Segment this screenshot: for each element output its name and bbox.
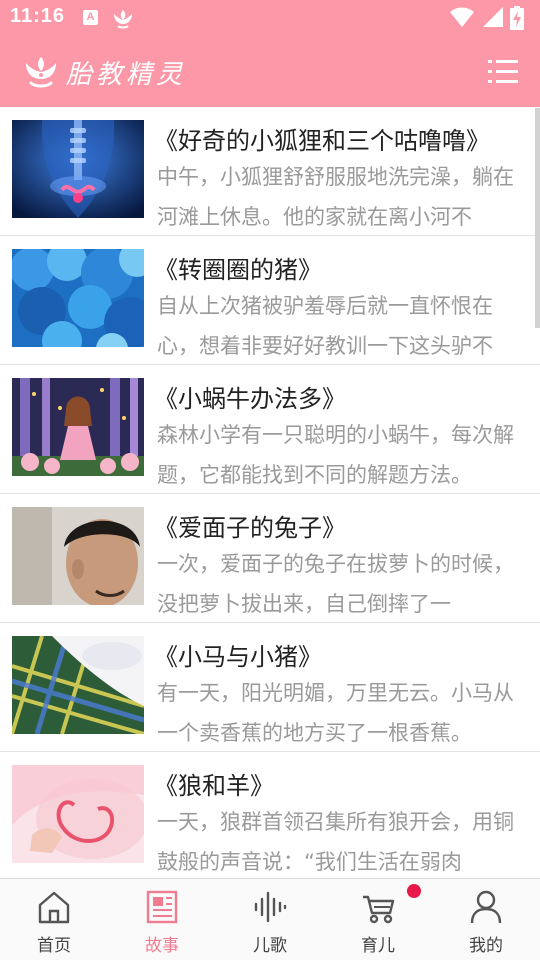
story-item[interactable]: 《小马与小猪》 有一天，阳光明媚，万里无云。小马从一个卖香蕉的地方买了一根香蕉。	[0, 623, 540, 752]
picnic-blanket-photo	[12, 636, 144, 734]
story-list[interactable]: 《好奇的小狐狸和三个咕噜噜》 中午，小狐狸舒舒服服地洗完澡，躺在河滩上休息。他的…	[0, 107, 540, 878]
story-title: 《小马与小猪》	[154, 643, 322, 671]
story-title: 《转圈圈的猪》	[154, 256, 322, 284]
story-excerpt: 森林小学有一只聪明的小蜗牛，每次解题，它都能找到不同的解题方法。	[157, 423, 514, 487]
story-title: 《爱面子的兔子》	[154, 514, 346, 542]
tab-songs[interactable]: 儿歌	[216, 879, 324, 960]
story-item[interactable]: 《小蜗牛办法多》 森林小学有一只聪明的小蜗牛，每次解题，它都能找到不同的解题方法…	[0, 365, 540, 494]
app-title: 胎教精灵	[66, 60, 187, 90]
lotus-hands-icon	[22, 53, 60, 93]
home-icon	[38, 891, 70, 924]
soundwave-icon	[254, 891, 287, 923]
story-excerpt: 一次，爱面子的兔子在拔萝卜的时候，没把萝卜拔出来，自己倒摔了一	[157, 552, 514, 616]
tab-label: 故事	[145, 936, 179, 956]
tab-label: 儿歌	[253, 936, 287, 956]
battery-charging-icon	[510, 6, 524, 30]
status-bar: 11:16 A	[0, 0, 540, 36]
story-title: 《小蜗牛办法多》	[154, 385, 346, 413]
tab-label: 我的	[469, 936, 503, 956]
anatomy-image	[12, 120, 144, 218]
tab-stories[interactable]: 故事	[108, 879, 216, 960]
news-icon	[146, 890, 178, 924]
story-title: 《狼和羊》	[154, 772, 274, 800]
user-icon	[470, 890, 502, 924]
scrollbar-thumb[interactable]	[535, 108, 540, 328]
list-menu-button[interactable]	[488, 58, 518, 86]
story-excerpt: 有一天，阳光明媚，万里无云。小马从一个卖香蕉的地方买了一根香蕉。	[157, 681, 514, 745]
story-excerpt: 中午，小狐狸舒舒服服地洗完澡，躺在河滩上休息。他的家就在离小河不	[157, 165, 514, 229]
bottom-nav: 首页 故事 儿歌 育儿 我的	[0, 878, 540, 960]
story-item[interactable]: 《好奇的小狐狸和三个咕噜噜》 中午，小狐狸舒舒服服地洗完澡，躺在河滩上休息。他的…	[0, 107, 540, 236]
tab-home[interactable]: 首页	[0, 879, 108, 960]
tab-label: 育儿	[361, 936, 395, 956]
status-time: 11:16	[10, 5, 66, 27]
tab-profile[interactable]: 我的	[432, 879, 540, 960]
wifi-icon	[450, 7, 474, 27]
list-menu-icon	[488, 60, 518, 83]
signal-icon	[483, 7, 503, 27]
pregnant-belly-photo	[12, 765, 144, 863]
notification-badge	[407, 884, 421, 898]
blue-clouds-image	[12, 249, 144, 347]
system-status-icons	[450, 6, 530, 30]
tab-label: 首页	[37, 936, 71, 956]
stroller-icon	[363, 895, 395, 924]
story-item[interactable]: 《转圈圈的猪》 自从上次猪被驴羞辱后就一直怀恨在心，想着非要好好教训一下这头驴不	[0, 236, 540, 365]
story-item[interactable]: 《爱面子的兔子》 一次，爱面子的兔子在拔萝卜的时候，没把萝卜拔出来，自己倒摔了一	[0, 494, 540, 623]
man-portrait-photo	[12, 507, 144, 605]
story-excerpt: 一天，狼群首领召集所有狼开会，用铜鼓般的声音说：“我们生活在弱肉	[157, 810, 514, 874]
forest-girl-illustration	[12, 378, 144, 476]
lotus-icon	[111, 7, 135, 33]
a-icon: A	[83, 10, 98, 25]
story-title: 《好奇的小狐狸和三个咕噜噜》	[154, 127, 490, 155]
story-excerpt: 自从上次猪被驴羞辱后就一直怀恨在心，想着非要好好教训一下这头驴不	[157, 294, 493, 358]
app-header: 胎教精灵	[0, 36, 540, 107]
story-item[interactable]: 《狼和羊》 一天，狼群首领召集所有狼开会，用铜鼓般的声音说：“我们生活在弱肉	[0, 752, 540, 878]
